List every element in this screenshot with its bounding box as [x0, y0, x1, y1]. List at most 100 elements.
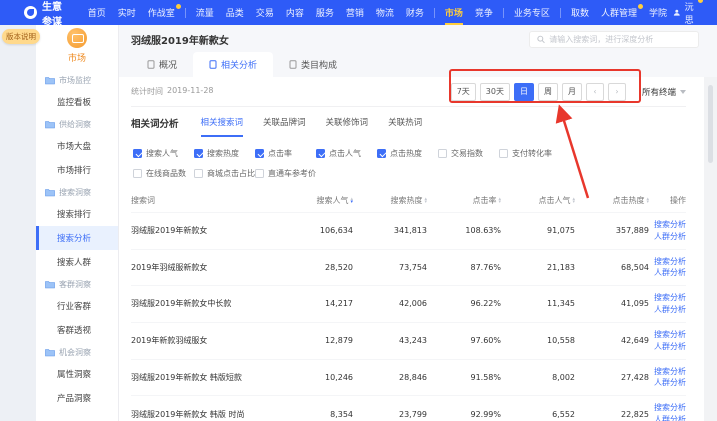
crowd-analysis-link[interactable]: 人群分析 — [649, 414, 686, 421]
sidebar-item-market-ranking[interactable]: 市场排行 — [36, 158, 118, 182]
checkbox-ztc-reference-price[interactable]: 直通车参考价 — [255, 168, 316, 179]
nav-item-realtime[interactable]: 实时 — [112, 0, 142, 25]
subtab-modifier-words[interactable]: 关联修饰词 — [326, 116, 369, 137]
sidebar-item-product-insight[interactable]: 产品洞察 — [36, 386, 118, 410]
nav-item-market-active[interactable]: 市场 — [439, 0, 469, 25]
sidebar-section-customer-insight[interactable]: 客群洞察 — [36, 274, 118, 294]
page-tabs: 概况 相关分析 类目构成 — [131, 52, 705, 77]
checkbox-pay-conversion[interactable]: 支付转化率 — [499, 148, 560, 159]
sidebar-item-attribute-insight[interactable]: 属性洞察 — [36, 362, 118, 386]
folder-icon — [45, 76, 55, 85]
nav-item-business-zone[interactable]: 业务专区 — [508, 0, 556, 25]
checkbox-click-heat[interactable]: 点击热度 — [377, 148, 438, 159]
col-search-popularity-sorted[interactable]: 搜索人气▴▾ — [279, 195, 353, 206]
user-account[interactable]: 沅思 — [673, 0, 703, 26]
checkbox-click-rate[interactable]: 点击率 — [255, 148, 316, 159]
nav-item-home[interactable]: 首页 — [82, 0, 112, 25]
sidebar-section-opportunity-insight[interactable]: 机会洞察 — [36, 342, 118, 362]
nav-item-marketing[interactable]: 营销 — [340, 0, 370, 25]
checkbox-icon — [133, 169, 142, 178]
col-click-rate[interactable]: 点击率▴▾ — [427, 195, 501, 206]
click-rate-cell: 91.58% — [427, 373, 501, 382]
checkbox-mall-click-share[interactable]: 商城点击占比 — [194, 168, 255, 179]
keyword-cell: 羽绒服2019年新款女 — [131, 225, 279, 236]
search-analysis-link[interactable]: 搜索分析 — [649, 292, 686, 304]
prev-period-button[interactable]: ‹ — [586, 83, 604, 101]
crowd-analysis-link[interactable]: 人群分析 — [649, 267, 686, 279]
col-click-heat[interactable]: 点击热度▴▾ — [575, 195, 649, 206]
user-name: 沅思 — [685, 0, 697, 26]
search-heat-cell: 28,846 — [353, 373, 427, 382]
terminal-dropdown[interactable]: 所有终端 — [642, 86, 686, 98]
search-analysis-link[interactable]: 搜索分析 — [649, 402, 686, 414]
sidebar-item-search-analysis-active[interactable]: 搜索分析 — [36, 226, 118, 250]
checkbox-trade-index[interactable]: 交易指数 — [438, 148, 499, 159]
subtab-hot-words[interactable]: 关联热词 — [388, 116, 422, 137]
range-7d-button[interactable]: 7天 — [451, 83, 476, 101]
keyword-search-box[interactable] — [529, 31, 699, 48]
sidebar-section-search-insight[interactable]: 搜索洞察 — [36, 182, 118, 202]
search-heat-cell: 42,006 — [353, 299, 427, 308]
nav-item-finance[interactable]: 财务 — [400, 0, 430, 25]
range-week-button[interactable]: 周 — [538, 83, 558, 101]
app-logo[interactable]: 生意参谋 — [24, 0, 66, 28]
col-search-heat[interactable]: 搜索热度▴▾ — [353, 195, 427, 206]
checkbox-online-products[interactable]: 在线商品数 — [133, 168, 194, 179]
search-popularity-cell: 14,217 — [279, 299, 353, 308]
table-row: 2019年羽绒服新款女 28,520 73,754 87.76% 21,183 … — [131, 249, 686, 286]
search-analysis-link[interactable]: 搜索分析 — [649, 219, 686, 231]
nav-item-trade[interactable]: 交易 — [250, 0, 280, 25]
nav-item-traffic[interactable]: 流量 — [190, 0, 220, 25]
tab-related-analysis-active[interactable]: 相关分析 — [193, 52, 273, 77]
nav-item-competition[interactable]: 竞争 — [469, 0, 499, 25]
search-popularity-cell: 8,354 — [279, 410, 353, 419]
search-analysis-link[interactable]: 搜索分析 — [649, 366, 686, 378]
sidebar-item-search-crowd[interactable]: 搜索人群 — [36, 250, 118, 274]
range-30d-button[interactable]: 30天 — [480, 83, 510, 101]
crowd-analysis-link[interactable]: 人群分析 — [649, 304, 686, 316]
sidebar-item-customer-perspective[interactable]: 客群透视 — [36, 318, 118, 342]
range-day-button-active[interactable]: 日 — [514, 83, 534, 101]
next-period-button[interactable]: › — [608, 83, 626, 101]
nav-item-warroom[interactable]: 作战室 — [142, 0, 181, 25]
checkbox-search-heat[interactable]: 搜索热度 — [194, 148, 255, 159]
range-month-button[interactable]: 月 — [562, 83, 582, 101]
sidebar-section-supply-insight[interactable]: 供给洞察 — [36, 114, 118, 134]
search-input[interactable] — [549, 35, 691, 44]
crowd-analysis-link[interactable]: 人群分析 — [649, 231, 686, 243]
sidebar-item-industry-customers[interactable]: 行业客群 — [36, 294, 118, 318]
subtab-related-search-words-active[interactable]: 相关搜索词 — [201, 116, 244, 137]
row-actions: 搜索分析 人群分析 — [649, 219, 686, 242]
nav-item-content[interactable]: 内容 — [280, 0, 310, 25]
checkbox-search-popularity[interactable]: 搜索人气 — [133, 148, 194, 159]
nav-item-crowd-mgmt[interactable]: 人群管理 — [595, 0, 643, 25]
nav-item-logistics[interactable]: 物流 — [370, 0, 400, 25]
scrollbar-thumb[interactable] — [708, 85, 713, 163]
search-analysis-link[interactable]: 搜索分析 — [649, 329, 686, 341]
click-heat-cell: 41,095 — [575, 299, 649, 308]
scrollbar-track[interactable] — [704, 77, 717, 421]
nav-item-category[interactable]: 品类 — [220, 0, 250, 25]
sidebar-item-market-overview[interactable]: 市场大盘 — [36, 134, 118, 158]
tab-category-composition[interactable]: 类目构成 — [273, 52, 353, 77]
click-heat-cell: 27,428 — [575, 373, 649, 382]
sidebar-section-market-monitor[interactable]: 市场监控 — [36, 70, 118, 90]
keyword-cell: 羽绒服2019年新款女 韩版短款 — [131, 372, 279, 383]
crowd-analysis-link[interactable]: 人群分析 — [649, 377, 686, 389]
nav-item-service[interactable]: 服务 — [310, 0, 340, 25]
col-click-popularity[interactable]: 点击人气▴▾ — [501, 195, 575, 206]
checkbox-click-popularity[interactable]: 点击人气 — [316, 148, 377, 159]
nav-item-data-fetch[interactable]: 取数 — [565, 0, 595, 25]
market-workspace-icon[interactable] — [67, 28, 87, 48]
sidebar: 市场 市场监控 监控看板 供给洞察 市场大盘 市场排行 搜索洞察 搜索排行 搜索… — [36, 25, 119, 421]
search-analysis-link[interactable]: 搜索分析 — [649, 256, 686, 268]
crowd-analysis-link[interactable]: 人群分析 — [649, 341, 686, 353]
nav-item-academy[interactable]: 学院 — [643, 0, 673, 25]
subtab-brand-words[interactable]: 关联品牌词 — [263, 116, 306, 137]
sidebar-item-monitor-board[interactable]: 监控看板 — [36, 90, 118, 114]
sidebar-item-search-ranking[interactable]: 搜索排行 — [36, 202, 118, 226]
app-logo-icon — [24, 6, 37, 19]
search-heat-cell: 341,813 — [353, 226, 427, 235]
tab-overview[interactable]: 概况 — [131, 52, 193, 77]
version-note-badge[interactable]: 版本说明 — [2, 29, 40, 44]
